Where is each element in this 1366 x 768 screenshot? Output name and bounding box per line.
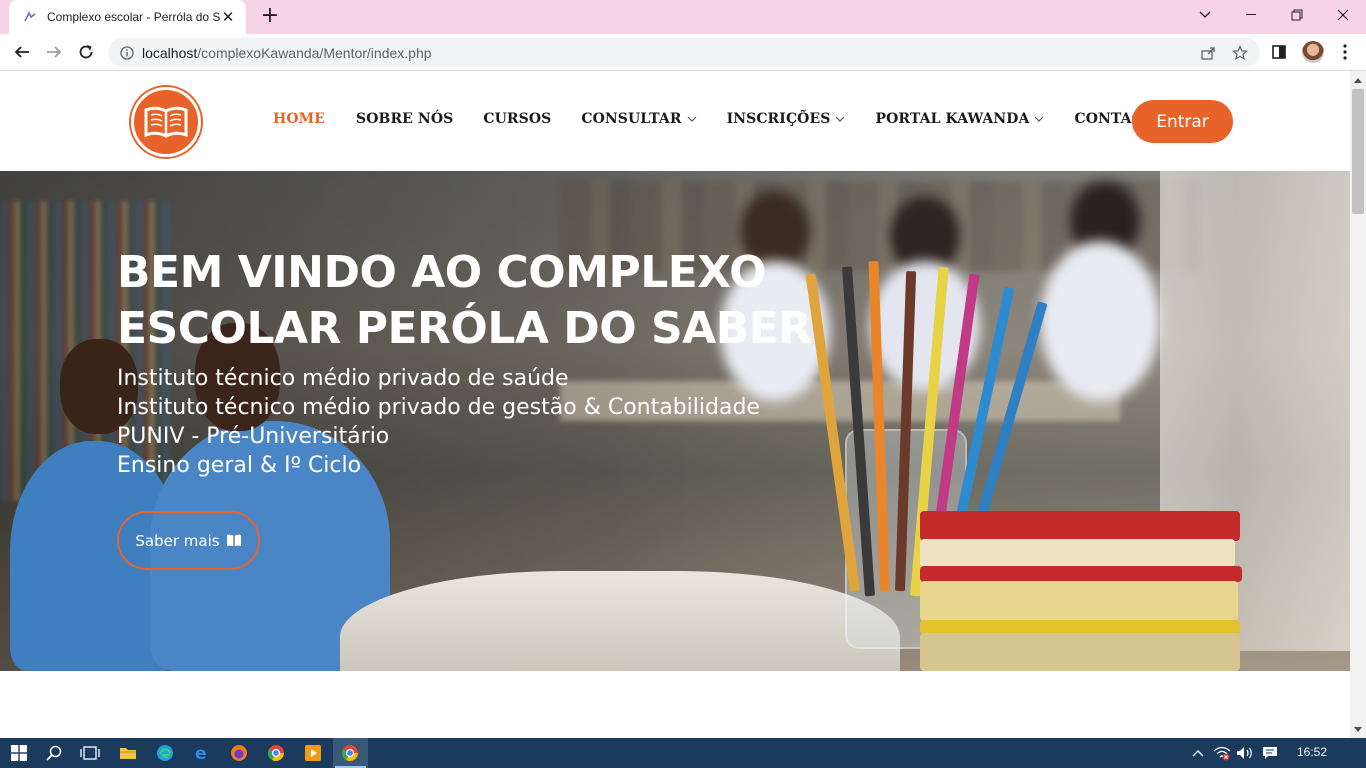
minimize-button[interactable] xyxy=(1228,0,1274,30)
tab-title: Complexo escolar - Perróla do Sal xyxy=(47,10,220,24)
media-player-icon[interactable] xyxy=(301,741,325,765)
school-logo[interactable] xyxy=(131,87,201,157)
profile-avatar[interactable] xyxy=(1302,41,1324,63)
url-path: /complexoKawanda/Mentor/index.php xyxy=(197,44,432,61)
network-icon[interactable] xyxy=(1210,741,1234,765)
chrome-icon[interactable] xyxy=(264,741,288,765)
scrollbar-thumb[interactable] xyxy=(1352,89,1364,214)
book-icon xyxy=(226,534,241,547)
hero-photo-book xyxy=(920,511,1240,541)
side-panel-icon[interactable] xyxy=(1266,39,1292,65)
svg-text:e: e xyxy=(195,744,207,762)
task-view-icon[interactable] xyxy=(78,741,102,765)
page-scrollbar[interactable] xyxy=(1350,71,1366,738)
close-window-button[interactable] xyxy=(1320,0,1366,30)
chrome-active-icon[interactable] xyxy=(338,741,362,765)
chevron-down-icon xyxy=(1035,116,1044,122)
share-icon[interactable] xyxy=(1198,43,1218,63)
login-button[interactable]: Entrar xyxy=(1132,100,1233,143)
tab-search-icon[interactable] xyxy=(1182,0,1228,30)
volume-icon[interactable] xyxy=(1233,741,1257,765)
scroll-up-icon[interactable] xyxy=(1350,73,1366,87)
scroll-down-icon[interactable] xyxy=(1350,722,1366,736)
hero-photo-book xyxy=(920,581,1238,621)
page-viewport: HOME SOBRE NÓS CURSOS CONSULTAR INSCRIÇÕ… xyxy=(0,71,1350,738)
tab-close-icon[interactable]: ✕ xyxy=(220,9,236,25)
address-bar[interactable]: localhost/complexoKawanda/Mentor/index.p… xyxy=(108,38,1260,67)
reload-icon[interactable] xyxy=(73,39,99,65)
hero-course-line: Instituto técnico médio privado de saúde xyxy=(117,366,569,391)
menu-item-portal-kawanda[interactable]: PORTAL KAWANDA xyxy=(875,111,1044,127)
hero-course-line: Ensino geral & Iº Ciclo xyxy=(117,453,362,478)
browser-tab[interactable]: Complexo escolar - Perróla do Sal ✕ xyxy=(9,0,246,34)
file-explorer-icon[interactable] xyxy=(116,741,140,765)
hero-photo-book xyxy=(920,620,1240,634)
menu-label: CONSULTAR xyxy=(581,111,682,127)
hero-banner: BEM VINDO AO COMPLEXO ESCOLAR PERÓLA DO … xyxy=(0,171,1350,671)
url-text: localhost/complexoKawanda/Mentor/index.p… xyxy=(142,45,432,61)
menu-label: PORTAL KAWANDA xyxy=(875,111,1030,127)
menu-item-sobre-nos[interactable]: SOBRE NÓS xyxy=(356,111,453,127)
main-menu: HOME SOBRE NÓS CURSOS CONSULTAR INSCRIÇÕ… xyxy=(273,111,1166,127)
back-arrow-icon[interactable] xyxy=(9,39,35,65)
forward-arrow-icon[interactable] xyxy=(41,39,67,65)
hero-photo-book xyxy=(920,633,1240,671)
menu-label: HOME xyxy=(273,111,325,127)
menu-label: SOBRE NÓS xyxy=(356,111,454,127)
site-info-icon[interactable] xyxy=(112,45,142,60)
url-host: localhost xyxy=(142,44,198,61)
ie-icon[interactable]: e xyxy=(190,741,214,765)
chevron-up-icon[interactable] xyxy=(1186,741,1210,765)
new-tab-button[interactable]: + xyxy=(259,5,281,28)
hero-title-line: BEM VINDO AO COMPLEXO xyxy=(117,247,767,298)
menu-item-home[interactable]: HOME xyxy=(273,111,325,127)
saber-mais-label: Saber mais xyxy=(135,531,220,550)
hero-photo-open-book xyxy=(340,571,900,671)
browser-titlebar: Complexo escolar - Perróla do Sal ✕ + xyxy=(0,0,1366,34)
menu-label: CURSOS xyxy=(483,111,552,127)
edge-icon[interactable] xyxy=(153,741,177,765)
chevron-down-icon xyxy=(836,116,845,122)
hero-photo-book xyxy=(920,566,1242,582)
hero-title-line: ESCOLAR PERÓLA DO SABER xyxy=(117,303,812,354)
menu-item-inscricoes[interactable]: INSCRIÇÕES xyxy=(727,111,846,127)
windows-start-icon[interactable] xyxy=(7,741,31,765)
search-icon[interactable] xyxy=(42,741,66,765)
hero-photo-book xyxy=(920,539,1235,567)
firefox-icon[interactable] xyxy=(227,741,251,765)
open-book-logo-icon xyxy=(144,106,188,138)
hero-title: BEM VINDO AO COMPLEXO ESCOLAR PERÓLA DO … xyxy=(117,245,817,357)
windows-taskbar: e 16:52 xyxy=(0,738,1366,768)
browser-toolbar: localhost/complexoKawanda/Mentor/index.p… xyxy=(0,34,1366,71)
chevron-down-icon xyxy=(687,116,696,122)
taskbar-clock[interactable]: 16:52 xyxy=(1297,745,1327,759)
tab-favicon-icon xyxy=(22,9,38,25)
hero-course-list: Instituto técnico médio privado de saúde… xyxy=(117,364,760,480)
notification-icon[interactable] xyxy=(1258,741,1282,765)
hero-course-line: PUNIV - Pré-Universitário xyxy=(117,424,390,449)
site-header: HOME SOBRE NÓS CURSOS CONSULTAR INSCRIÇÕ… xyxy=(0,71,1350,171)
saber-mais-button[interactable]: Saber mais xyxy=(117,511,260,570)
hero-course-line: Instituto técnico médio privado de gestã… xyxy=(117,395,760,420)
restore-button[interactable] xyxy=(1274,0,1320,30)
menu-label: INSCRIÇÕES xyxy=(726,111,831,127)
menu-item-consultar[interactable]: CONSULTAR xyxy=(581,111,696,127)
hero-photo-student xyxy=(1040,241,1160,401)
bookmark-star-icon[interactable] xyxy=(1230,43,1250,63)
menu-item-cursos[interactable]: CURSOS xyxy=(483,111,551,127)
browser-menu-icon[interactable] xyxy=(1332,39,1358,65)
